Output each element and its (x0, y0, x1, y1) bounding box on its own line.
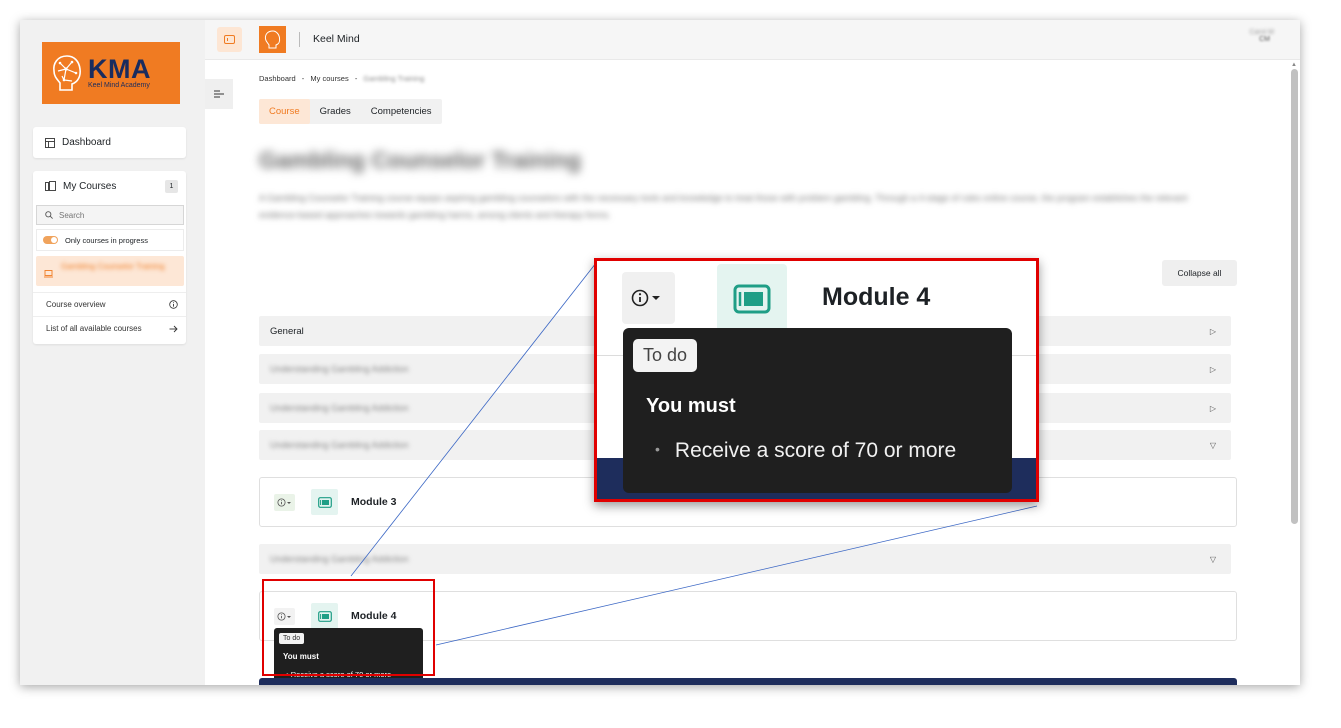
breadcrumb-separator: - (301, 74, 305, 83)
info-dropdown-icon (277, 498, 291, 507)
course-overview-label: Course overview (46, 300, 106, 309)
sidebar-toggle-icon (224, 35, 235, 44)
info-icon (169, 300, 178, 309)
todo-badge: To do (633, 339, 698, 372)
all-courses-label: List of all available courses (46, 324, 142, 333)
section-label: Understanding Gambling Addiction (270, 554, 409, 564)
collapse-caret-icon[interactable]: ▽ (1210, 555, 1216, 564)
module-icon (311, 489, 338, 515)
in-progress-filter[interactable]: Only courses in progress (36, 229, 184, 251)
course-search[interactable] (36, 205, 184, 225)
dashboard-icon (45, 137, 55, 148)
module-icon (717, 264, 787, 334)
section-label: Understanding Gambling Addiction (270, 364, 409, 374)
brain-logo-icon (264, 30, 281, 49)
course-index-toggle[interactable] (205, 79, 233, 109)
collapse-caret-icon[interactable]: ▽ (1210, 441, 1216, 450)
expand-caret-icon[interactable]: ▷ (1210, 365, 1216, 374)
arrow-right-icon (169, 325, 178, 333)
tooltip-requirement: Receive a score of 70 or more (655, 439, 956, 463)
navbar-separator (299, 32, 300, 47)
sidebar-toggle-button[interactable] (217, 27, 242, 52)
highlight-box (262, 579, 435, 676)
section-item[interactable]: Understanding Gambling Addiction ▽ (259, 544, 1231, 574)
tab-competencies[interactable]: Competencies (361, 99, 442, 124)
all-courses-link[interactable]: List of all available courses (33, 316, 186, 340)
section-label: Understanding Gambling Addiction (270, 440, 409, 450)
logo-abbrev: KMA (88, 54, 151, 84)
zoomed-callout: Module 4 To do You must Receive a score … (594, 258, 1039, 502)
breadcrumb-course[interactable]: Gambling Training (363, 74, 424, 83)
sidebar-course-item[interactable]: Gambling Counselor Training (36, 256, 184, 286)
breadcrumb-dashboard[interactable]: Dashboard (259, 74, 296, 83)
sidebar-item-label: Dashboard (62, 137, 111, 148)
completion-info-button[interactable] (622, 272, 675, 324)
brain-logo-icon (48, 51, 86, 95)
completion-tooltip: To do You must Receive a score of 70 or … (623, 328, 1012, 493)
scroll-up-arrow[interactable]: ▲ (1291, 62, 1297, 68)
sidebar: KMA Keel Mind Academy Dashboard My Cours… (20, 20, 205, 685)
info-dropdown-icon (631, 289, 660, 307)
sidebar-course-label: Gambling Counselor Training (61, 262, 165, 271)
my-courses-label: My Courses (63, 180, 117, 192)
breadcrumb-separator: - (354, 74, 358, 83)
course-laptop-icon (44, 262, 53, 286)
page-scrollbar[interactable] (1291, 69, 1298, 524)
top-navbar: Keel Mind Carol M CM (205, 20, 1300, 60)
module-3-title[interactable]: Module 3 (351, 496, 397, 508)
expand-caret-icon[interactable]: ▷ (1210, 404, 1216, 413)
course-tabs: Course Grades Competencies (259, 99, 442, 124)
my-courses-panel: My Courses 1 Only courses in progress Ga… (33, 171, 186, 344)
section-label: General (270, 325, 304, 337)
tab-grades[interactable]: Grades (310, 99, 361, 124)
search-input[interactable] (59, 210, 159, 220)
user-initials[interactable]: CM (1259, 36, 1270, 43)
course-count-badge: 1 (165, 179, 178, 193)
filter-label: Only courses in progress (65, 235, 148, 245)
tooltip-heading: You must (646, 395, 736, 417)
course-index-icon (214, 90, 224, 98)
collapse-all-button[interactable]: Collapse all (1162, 260, 1237, 286)
kma-logo[interactable]: KMA Keel Mind Academy (42, 42, 180, 104)
expand-caret-icon[interactable]: ▷ (1210, 327, 1216, 336)
course-description: A Gambling Counselor Training course equ… (259, 193, 1188, 220)
user-name[interactable]: Carol M (1249, 29, 1274, 36)
completion-info-button[interactable] (274, 494, 295, 511)
navy-section-bar (259, 678, 1237, 685)
module-4-title: Module 4 (822, 283, 931, 311)
breadcrumb-my-courses[interactable]: My courses (310, 74, 348, 83)
logo-subtitle: Keel Mind Academy (88, 82, 150, 89)
navbar-logo[interactable] (259, 26, 286, 53)
breadcrumb: Dashboard - My courses - Gambling Traini… (259, 74, 424, 83)
courses-icon (45, 181, 56, 191)
section-label: Understanding Gambling Addiction (270, 403, 409, 413)
search-icon (45, 211, 53, 219)
course-overview-link[interactable]: Course overview (33, 292, 186, 316)
course-title: Gambling Counselor Training (259, 147, 582, 173)
in-progress-toggle[interactable] (43, 236, 58, 244)
sidebar-item-dashboard[interactable]: Dashboard (33, 127, 186, 158)
site-title[interactable]: Keel Mind (313, 33, 360, 45)
my-courses-header[interactable]: My Courses 1 (33, 171, 186, 201)
tab-course[interactable]: Course (259, 99, 310, 124)
